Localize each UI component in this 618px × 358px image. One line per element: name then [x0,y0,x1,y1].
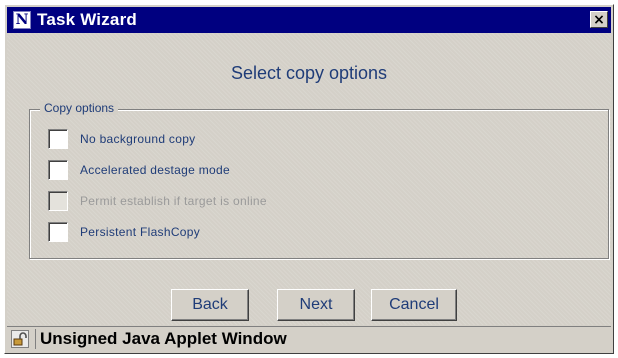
copy-options-group: Copy options No background copy Accelera… [29,101,609,259]
netscape-icon: N [13,11,31,29]
unlocked-padlock-icon [11,330,29,348]
next-button[interactable]: Next [277,289,355,321]
accelerated-destage-checkbox[interactable] [48,160,68,180]
status-text: Unsigned Java Applet Window [35,329,287,349]
group-label: Copy options [40,101,119,115]
no-background-copy-checkbox[interactable] [48,129,68,149]
task-wizard-window: N Task Wizard × Select copy options Copy… [4,4,614,354]
option-label: Permit establish if target is online [80,194,267,208]
wizard-content: Select copy options Copy options No back… [7,33,611,325]
back-button[interactable]: Back [171,289,249,321]
option-no-background-copy[interactable]: No background copy [48,128,195,150]
persistent-flashcopy-checkbox[interactable] [48,222,68,242]
title-bar[interactable]: N Task Wizard × [7,7,611,33]
option-accelerated-destage[interactable]: Accelerated destage mode [48,159,230,181]
status-bar: Unsigned Java Applet Window [7,326,611,351]
permit-establish-checkbox [48,191,68,211]
option-permit-establish: Permit establish if target is online [48,190,267,212]
page-heading: Select copy options [230,63,388,83]
option-persistent-flashcopy[interactable]: Persistent FlashCopy [48,221,200,243]
window-title: Task Wizard [37,10,137,29]
close-button[interactable]: × [590,11,608,28]
option-label: Persistent FlashCopy [80,225,201,239]
cancel-button[interactable]: Cancel [371,289,457,321]
close-icon: × [593,11,605,28]
option-label: Accelerated destage mode [80,163,230,177]
option-label: No background copy [80,132,196,146]
